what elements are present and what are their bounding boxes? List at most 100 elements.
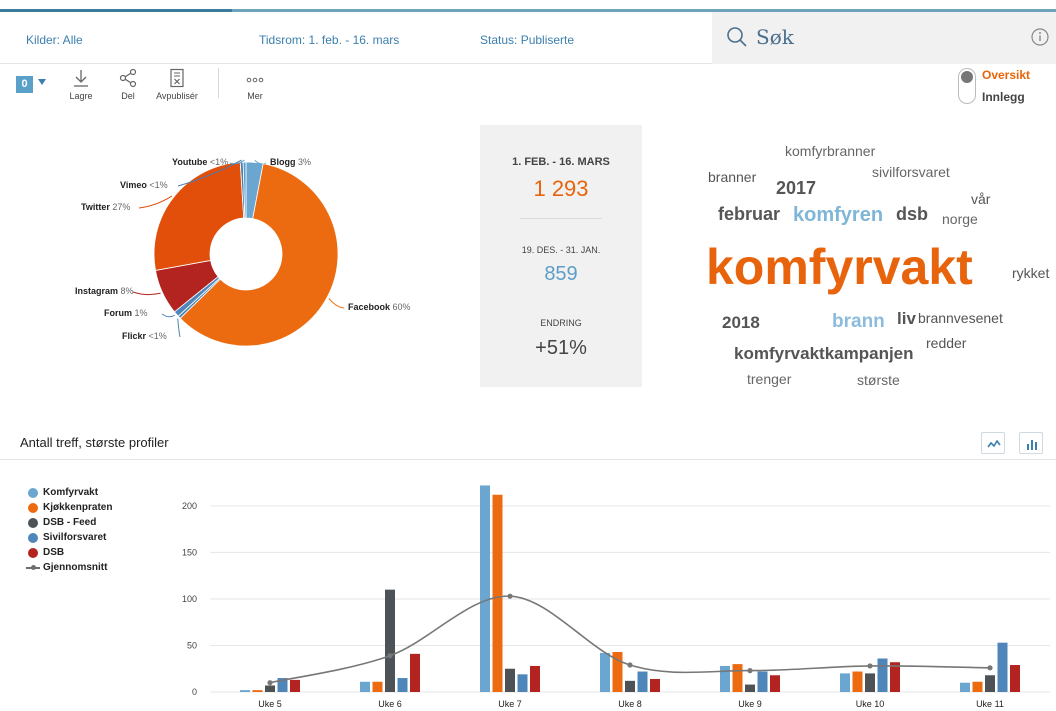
donut-label-percent: 1% — [134, 308, 148, 318]
info-icon[interactable] — [1030, 27, 1050, 47]
toolbar-divider — [218, 68, 219, 98]
donut-label-percent: <1% — [148, 331, 167, 341]
average-point — [867, 663, 873, 669]
view-option-posts[interactable]: Innlegg — [982, 90, 1025, 104]
bar — [997, 642, 1008, 692]
bar — [745, 684, 755, 692]
cloud-word[interactable]: vår — [971, 192, 990, 206]
donut-leader-line — [328, 298, 345, 309]
donut-label-name: Facebook — [348, 302, 393, 312]
cloud-word[interactable]: 2017 — [776, 179, 816, 197]
word-cloud: komfyrbranner branner 2017 sivilforsvare… — [700, 135, 1056, 395]
donut-label-name: Flickr — [122, 331, 149, 341]
bar — [385, 589, 395, 692]
donut-label: Vimeo <1% — [120, 180, 168, 190]
current-period-value: 1 293 — [533, 176, 589, 201]
bar — [600, 652, 610, 692]
donut-label: Forum 1% — [104, 308, 148, 318]
x-tick-label: Uke 5 — [258, 699, 282, 709]
cloud-word[interactable]: februar — [718, 205, 780, 223]
cloud-word[interactable]: dsb — [896, 205, 928, 223]
donut-label-percent: 8% — [120, 286, 134, 296]
x-tick-label: Uke 6 — [378, 699, 402, 709]
donut-label-percent: 60% — [392, 302, 411, 312]
filter-sources[interactable]: Kilder: Alle — [26, 33, 83, 47]
donut-label-name: Instagram — [75, 286, 121, 296]
cloud-word[interactable]: rykket — [1012, 266, 1049, 280]
bar — [265, 685, 275, 692]
view-option-overview[interactable]: Oversikt — [982, 68, 1030, 82]
share-icon — [119, 68, 137, 88]
bar — [720, 665, 730, 692]
cloud-word[interactable]: norge — [942, 212, 978, 226]
cloud-word[interactable]: komfyrbranner — [785, 144, 875, 158]
cloud-word[interactable]: 2018 — [722, 314, 760, 331]
bar — [530, 665, 540, 692]
cloud-word[interactable]: redder — [926, 336, 966, 350]
filter-status[interactable]: Status: Publiserte — [480, 33, 574, 47]
bar — [972, 681, 983, 692]
donut-label-name: Vimeo — [120, 180, 150, 190]
toggle-knob — [961, 71, 973, 83]
x-tick-label: Uke 9 — [738, 699, 762, 709]
cloud-word[interactable]: brannvesenet — [918, 311, 1003, 325]
cloud-word[interactable]: liv — [897, 310, 916, 327]
unpublish-button[interactable]: Avpublisér — [152, 68, 202, 101]
cloud-word[interactable]: branner — [708, 170, 756, 184]
bar — [757, 671, 768, 692]
bar — [505, 668, 515, 692]
cloud-word[interactable]: komfyren — [793, 205, 883, 225]
donut-label: Facebook 60% — [348, 302, 411, 312]
cloud-word[interactable]: trenger — [747, 372, 791, 386]
average-point — [507, 593, 513, 599]
search-placeholder: Søk — [756, 25, 794, 49]
unpublish-label: Avpublisér — [156, 91, 198, 101]
share-label: Del — [121, 91, 135, 101]
donut-leader-line — [161, 313, 176, 318]
chart-title: Antall treff, største profiler — [20, 435, 169, 450]
bar — [732, 664, 743, 692]
cloud-word[interactable]: største — [857, 373, 900, 387]
bar — [492, 494, 503, 692]
average-point — [747, 668, 753, 674]
cloud-word[interactable]: komfyrvaktkampanjen — [734, 345, 914, 362]
more-label: Mer — [247, 91, 263, 101]
bar — [637, 671, 648, 692]
bar-chart-toggle[interactable] — [1019, 432, 1043, 454]
filter-period[interactable]: Tidsrom: 1. feb. - 16. mars — [259, 33, 399, 47]
donut-label: Flickr <1% — [122, 331, 167, 341]
donut-svg — [132, 159, 345, 347]
bar — [650, 678, 660, 692]
donut-label-percent: 3% — [298, 157, 312, 167]
y-tick-label: 150 — [182, 547, 197, 557]
cloud-word[interactable]: sivilforsvaret — [872, 165, 950, 179]
save-label: Lagre — [69, 91, 93, 101]
bar — [290, 679, 300, 692]
bar — [625, 680, 635, 692]
bar — [410, 653, 420, 692]
average-point — [267, 680, 273, 686]
save-button[interactable]: Lagre — [66, 68, 96, 101]
more-button[interactable]: Mer — [240, 68, 270, 101]
y-tick-label: 200 — [182, 501, 197, 511]
average-point — [627, 662, 633, 668]
bar — [252, 690, 263, 692]
cloud-word-top[interactable]: komfyrvakt — [706, 242, 973, 292]
chevron-down-icon[interactable] — [38, 79, 46, 85]
view-toggle[interactable] — [958, 68, 976, 104]
donut-leader-line — [177, 318, 181, 338]
search-icon — [727, 27, 747, 47]
line-chart-toggle[interactable] — [981, 432, 1005, 454]
donut-label-name: Forum — [104, 308, 135, 318]
search-input[interactable]: Søk — [712, 12, 1056, 64]
selection-count-badge[interactable]: 0 — [16, 76, 33, 93]
x-tick-label: Uke 7 — [498, 699, 522, 709]
donut-label-percent: 27% — [112, 202, 131, 212]
donut-leader-line — [132, 291, 161, 296]
share-button[interactable]: Del — [113, 68, 143, 101]
toolbar: 0 Lagre Del Avpublisér Mer Oversikt Innl… — [0, 64, 1056, 112]
cloud-word[interactable]: brann — [832, 312, 885, 331]
previous-period-value: 859 — [544, 263, 578, 285]
bar — [840, 673, 850, 692]
x-tick-label: Uke 10 — [856, 699, 885, 709]
